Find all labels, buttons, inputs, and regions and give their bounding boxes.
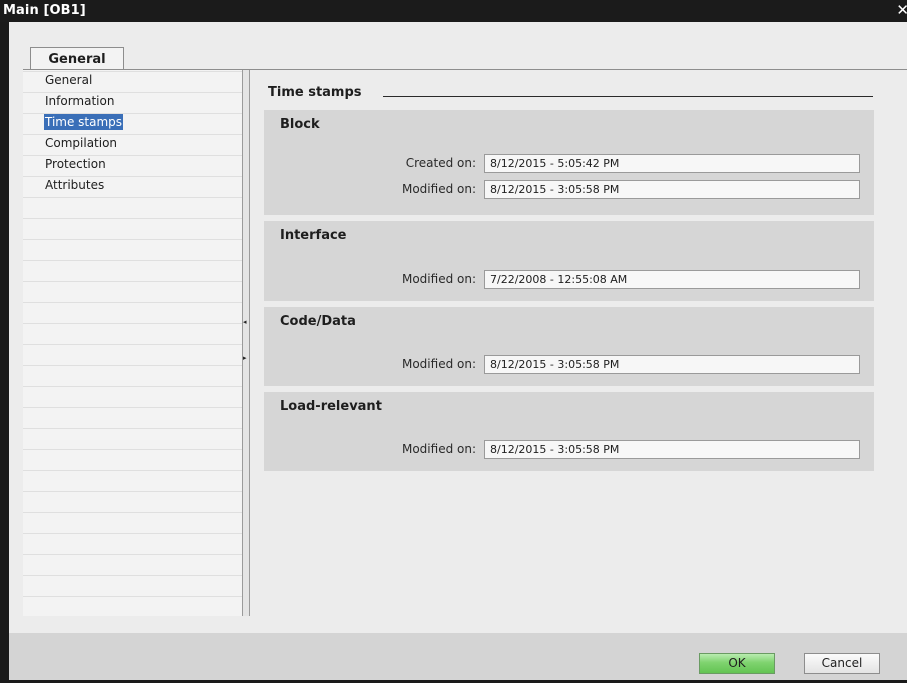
interface-modified-on-field[interactable]: 7/22/2008 - 12:55:08 AM	[484, 270, 860, 289]
group-title: Interface	[280, 228, 347, 243]
group-load-relevant: Load-relevant Modified on: 8/12/2015 - 3…	[264, 392, 874, 471]
created-on-field[interactable]: 8/12/2015 - 5:05:42 PM	[484, 154, 860, 173]
properties-content: Time stamps Block Created on: 8/12/2015 …	[250, 70, 900, 616]
group-title: Code/Data	[280, 314, 356, 329]
close-icon[interactable]: ✕	[896, 1, 907, 19]
code-data-modified-on-field[interactable]: 8/12/2015 - 3:05:58 PM	[484, 355, 860, 374]
load-relevant-modified-on-field[interactable]: 8/12/2015 - 3:05:58 PM	[484, 440, 860, 459]
group-block: Block Created on: 8/12/2015 - 5:05:42 PM…	[264, 110, 874, 215]
created-on-label: Created on:	[405, 156, 476, 170]
properties-nav: General Information Time stamps Compilat…	[23, 70, 242, 616]
group-title: Block	[280, 117, 320, 132]
window-title: Main [OB1]	[3, 3, 86, 18]
nav-item-general[interactable]: General	[44, 72, 93, 88]
title-bar: Main [OB1] ✕	[0, 0, 907, 22]
dialog-footer: OK Cancel	[9, 633, 907, 680]
group-interface: Interface Modified on: 7/22/2008 - 12:55…	[264, 221, 874, 301]
section-title: Time stamps	[268, 85, 362, 100]
section-divider	[383, 96, 873, 97]
nav-item-information[interactable]: Information	[44, 93, 115, 109]
nav-item-attributes[interactable]: Attributes	[44, 177, 105, 193]
expand-right-icon[interactable]: ▸	[243, 354, 247, 362]
nav-item-compilation[interactable]: Compilation	[44, 135, 118, 151]
group-code-data: Code/Data Modified on: 8/12/2015 - 3:05:…	[264, 307, 874, 386]
modified-on-label: Modified on:	[401, 272, 476, 286]
group-title: Load-relevant	[280, 399, 382, 414]
nav-item-time-stamps[interactable]: Time stamps	[44, 114, 124, 130]
nav-item-protection[interactable]: Protection	[44, 156, 107, 172]
dialog-body: General General Information Time stamps …	[9, 22, 907, 680]
modified-on-label: Modified on:	[401, 357, 476, 371]
pane-splitter[interactable]: ◂ ▸	[242, 70, 250, 616]
modified-on-label: Modified on:	[401, 442, 476, 456]
tab-general[interactable]: General	[30, 47, 124, 70]
block-modified-on-field[interactable]: 8/12/2015 - 3:05:58 PM	[484, 180, 860, 199]
modified-on-label: Modified on:	[401, 182, 476, 196]
cancel-button[interactable]: Cancel	[804, 653, 880, 674]
collapse-left-icon[interactable]: ◂	[243, 318, 247, 326]
ok-button[interactable]: OK	[699, 653, 775, 674]
